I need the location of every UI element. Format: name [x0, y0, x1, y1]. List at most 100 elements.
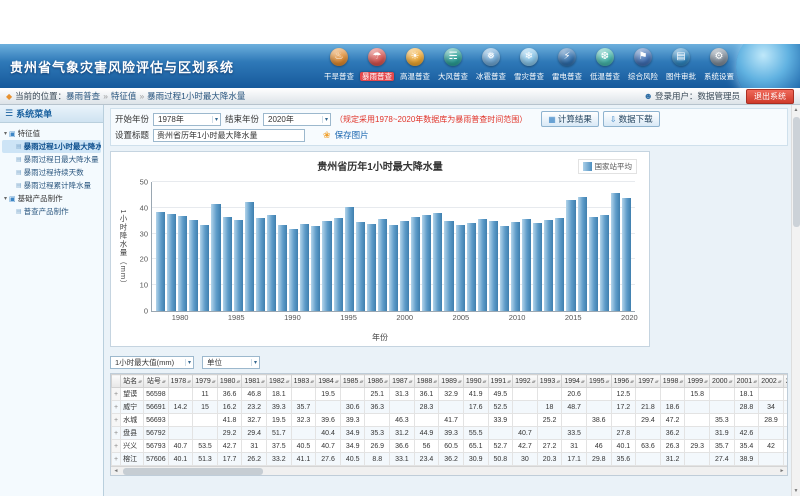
sort-icon: ▴▾	[310, 379, 313, 385]
column-header-year-1986[interactable]: 1986▴▾	[365, 375, 390, 388]
nav-item-cold-survey[interactable]: ❆低温普查	[586, 48, 624, 84]
column-header-year-1995[interactable]: 1995▴▾	[586, 375, 611, 388]
column-header-year-1993[interactable]: 1993▴▾	[537, 375, 562, 388]
column-header-year-1990[interactable]: 1990▴▾	[463, 375, 488, 388]
logout-button[interactable]: 退出系统	[746, 89, 794, 104]
row-expander[interactable]: +	[112, 414, 121, 427]
chart-bar	[456, 225, 465, 311]
column-label: 1999	[687, 378, 703, 385]
column-label: 1982	[269, 378, 285, 385]
legend-label: 国家站平均	[595, 161, 633, 172]
sidebar-group[interactable]: ▾▣特征值	[2, 127, 101, 140]
sort-icon: ▴▾	[581, 379, 584, 385]
column-header-year-1988[interactable]: 1988▴▾	[414, 375, 439, 388]
row-expander[interactable]: +	[112, 427, 121, 440]
scroll-down-icon[interactable]: ▼	[792, 486, 800, 496]
filter-row-title: 设置标题 ❀ 保存图片	[115, 127, 783, 143]
user-icon: ☻	[644, 91, 653, 101]
column-header-year-1979[interactable]: 1979▴▾	[193, 375, 218, 388]
calc-result-button[interactable]: ▦ 计算结果	[541, 111, 599, 127]
nav-item-drought-survey[interactable]: ♨干旱普查	[320, 48, 358, 84]
column-header-year-2001[interactable]: 2001▴▾	[734, 375, 759, 388]
chart-bar	[367, 224, 376, 311]
nav-item-high-temp-survey[interactable]: ☀高温普查	[396, 48, 434, 84]
nav-item-map-approval[interactable]: ▤图件审批	[662, 48, 700, 84]
nav-item-wind-survey[interactable]: ☴大风普查	[434, 48, 472, 84]
value-cell: 18.6	[660, 401, 685, 414]
column-header-year-2003[interactable]: 2003▴▾	[783, 375, 788, 388]
column-header-year-1978[interactable]: 1978▴▾	[168, 375, 193, 388]
column-label: 1978	[171, 378, 187, 385]
column-header-year-1997[interactable]: 1997▴▾	[636, 375, 661, 388]
column-header-station-name[interactable]: 站名▴▾	[121, 375, 144, 388]
column-header-year-1998[interactable]: 1998▴▾	[660, 375, 685, 388]
row-expander[interactable]: +	[112, 440, 121, 453]
sort-icon: ▴▾	[778, 379, 781, 385]
sidebar-item[interactable]: ▤暴雨过程1小时最大降水量	[2, 140, 101, 153]
value-type-select[interactable]: 1小时最大值(mm) ▾	[110, 356, 194, 369]
value-cell: 40.5	[291, 440, 316, 453]
scroll-right-icon[interactable]: ►	[777, 468, 787, 474]
row-expander[interactable]: +	[112, 388, 121, 401]
start-year-select[interactable]: 1978年 ▾	[153, 113, 221, 126]
sidebar-item[interactable]: ▤暴雨过程累计降水量	[2, 179, 101, 192]
column-header-year-1984[interactable]: 1984▴▾	[316, 375, 341, 388]
row-expander[interactable]: +	[112, 401, 121, 414]
sort-icon: ▴▾	[556, 379, 559, 385]
breadcrumb-item[interactable]: 暴雨过程1小时最大降水量	[147, 91, 245, 101]
column-header-year-1981[interactable]: 1981▴▾	[242, 375, 267, 388]
nav-item-hail-survey[interactable]: ❅冰雹普查	[472, 48, 510, 84]
value-cell	[611, 414, 636, 427]
column-header-year-1989[interactable]: 1989▴▾	[439, 375, 464, 388]
column-header-year-1994[interactable]: 1994▴▾	[562, 375, 587, 388]
nav-item-rainstorm-survey[interactable]: ☂暴雨普查	[358, 48, 396, 84]
column-header-year-1985[interactable]: 1985▴▾	[340, 375, 365, 388]
column-header-year-1991[interactable]: 1991▴▾	[488, 375, 513, 388]
sidebar-header: ☰ 系统菜单	[0, 105, 103, 123]
x-axis-tick-label: 2020	[621, 313, 638, 322]
sidebar-item[interactable]: ▤暴雨过程持续天数	[2, 166, 101, 179]
row-expander[interactable]: +	[112, 453, 121, 466]
column-header-year-1987[interactable]: 1987▴▾	[390, 375, 415, 388]
unit-select[interactable]: 单位 ▾	[202, 356, 260, 369]
column-header-year-1996[interactable]: 1996▴▾	[611, 375, 636, 388]
sidebar-item[interactable]: ▤普查产品制作	[2, 205, 101, 218]
column-header-year-1999[interactable]: 1999▴▾	[685, 375, 710, 388]
column-header-year-1980[interactable]: 1980▴▾	[217, 375, 242, 388]
column-header-year-1983[interactable]: 1983▴▾	[291, 375, 316, 388]
column-header-year-2000[interactable]: 2000▴▾	[710, 375, 735, 388]
nav-item-system-settings[interactable]: ⚙系统设置	[700, 48, 738, 84]
sidebar-item[interactable]: ▤暴雨过程日最大降水量	[2, 153, 101, 166]
value-cell: 51.7	[267, 427, 292, 440]
scroll-left-icon[interactable]: ◄	[111, 468, 121, 474]
nav-item-lightning-survey[interactable]: ⚡雷电普查	[548, 48, 586, 84]
horizontal-scroll-thumb[interactable]	[123, 468, 263, 475]
column-header-station-id[interactable]: 站号▴▾	[144, 375, 168, 388]
value-cell	[488, 427, 513, 440]
data-download-button[interactable]: ⇩ 数据下载	[603, 111, 660, 127]
column-header-year-2002[interactable]: 2002▴▾	[759, 375, 784, 388]
vertical-scroll-thumb[interactable]	[793, 117, 800, 227]
save-image-link[interactable]: 保存图片	[335, 129, 369, 141]
horizontal-scrollbar[interactable]: ◄ ►	[111, 466, 787, 475]
end-year-select[interactable]: 2020年 ▾	[263, 113, 331, 126]
sidebar-item-label: 普查产品制作	[24, 206, 69, 217]
nav-item-snow-survey[interactable]: ❄雪灾普查	[510, 48, 548, 84]
scroll-up-icon[interactable]: ▲	[792, 105, 800, 115]
column-header-year-1982[interactable]: 1982▴▾	[267, 375, 292, 388]
horizontal-scroll-track[interactable]	[121, 468, 777, 475]
filter-panel: 开始年份 1978年 ▾ 结束年份 2020年 ▾ （规定采用1978~2020…	[110, 108, 788, 146]
column-header-year-1992[interactable]: 1992▴▾	[513, 375, 538, 388]
sort-icon: ▴▾	[138, 379, 141, 385]
breadcrumb-item[interactable]: 特征值	[111, 91, 137, 101]
column-label: 1984	[318, 378, 334, 385]
station-id-cell: 56691	[144, 401, 168, 414]
sidebar-group[interactable]: ▾▣基础产品制作	[2, 192, 101, 205]
breadcrumb-item[interactable]: 暴雨普查	[66, 91, 100, 101]
vertical-scrollbar[interactable]: ▲ ▼	[791, 105, 800, 496]
nav-item-overall-risk[interactable]: ⚑综合风险	[624, 48, 662, 84]
chart-title-input[interactable]	[153, 129, 305, 142]
calc-result-label: 计算结果	[558, 113, 592, 125]
collapse-icon: ▾	[4, 195, 7, 202]
column-label: 1991	[491, 378, 507, 385]
